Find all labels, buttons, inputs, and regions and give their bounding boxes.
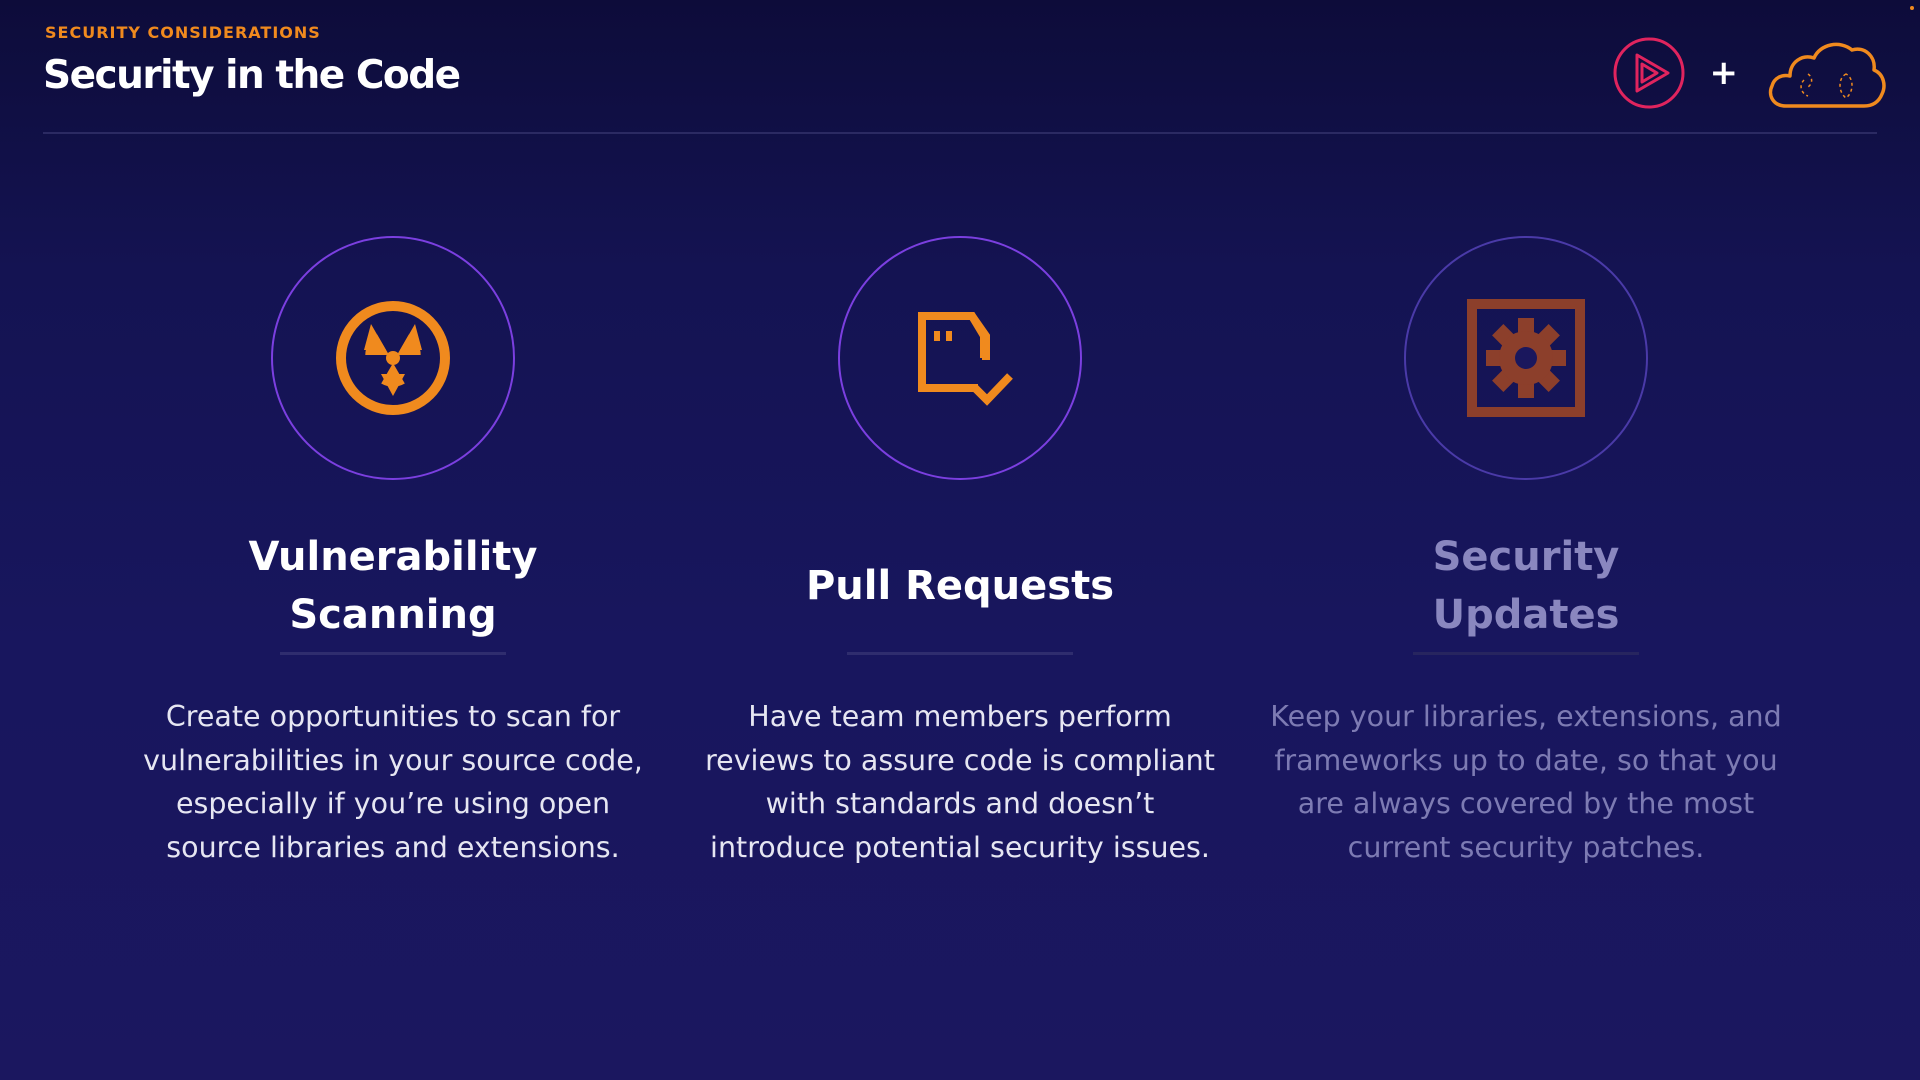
card-description: Create opportunities to scan for vulnera… [143, 700, 643, 864]
icon-circle [838, 236, 1082, 480]
brand-logos: + [1612, 34, 1889, 112]
cloud-icon [1768, 42, 1886, 108]
card-title-underline [1413, 652, 1639, 655]
card-title: Security Updates [1432, 534, 1620, 638]
gear-box-icon [1467, 299, 1585, 417]
section-eyebrow: SECURITY CONSIDERATIONS [45, 23, 321, 42]
icon-circle [1404, 236, 1648, 480]
header-divider [43, 132, 1877, 134]
page-title: Security in the Code [43, 53, 461, 98]
card-security-updates: Security Updates Keep your libraries, ex… [1266, 236, 1786, 869]
card-pull-requests: Pull Requests Have team members perform … [700, 236, 1220, 869]
radiation-icon [336, 301, 450, 415]
card-title: Pull Requests [805, 563, 1115, 609]
card-title-underline [280, 652, 506, 655]
card-description: Keep your libraries, extensions, and fra… [1270, 700, 1782, 864]
play-badge-icon [1613, 37, 1684, 109]
card-vulnerability-scanning: Vulnerability Scanning Create opportunit… [133, 236, 653, 869]
card-title-underline [847, 652, 1073, 655]
plus-sign: + [1709, 53, 1739, 93]
icon-circle [271, 236, 515, 480]
corner-indicator [1910, 6, 1914, 10]
card-description: Have team members perform reviews to ass… [705, 700, 1215, 864]
document-check-icon [918, 312, 1013, 406]
card-title: Vulnerability Scanning [248, 534, 538, 638]
